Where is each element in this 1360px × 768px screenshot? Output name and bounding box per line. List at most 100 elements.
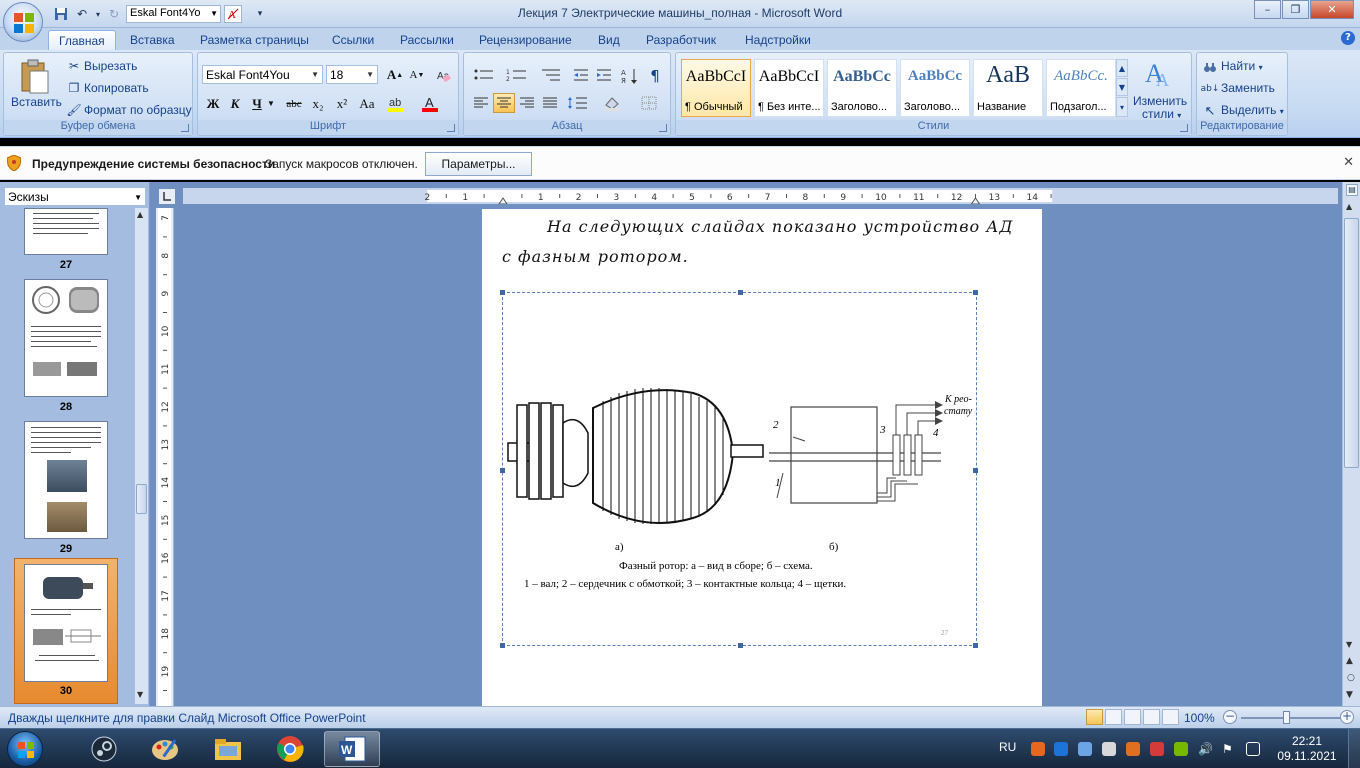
change-styles-label-1[interactable]: Изменить [1133, 94, 1187, 108]
resize-handle[interactable] [973, 643, 978, 648]
embedded-slide-object[interactable]: К рео- стату 2 1 3 4 а) б) Фазный ротор:… [500, 290, 978, 648]
font-name-box[interactable]: Eskal Font4You ▼ [202, 65, 323, 84]
resize-handle[interactable] [738, 290, 743, 295]
word-taskbar-icon[interactable]: W [324, 731, 380, 767]
replace-icon[interactable]: ab↓ [1201, 81, 1220, 97]
bold-button[interactable]: Ж [202, 93, 224, 114]
scroll-up-icon[interactable]: ▲ [137, 210, 143, 219]
line-spacing-icon[interactable] [564, 93, 592, 113]
horizontal-ruler[interactable]: 2 1 1 2 3 4 5 6 7 8 9 10 11 12 13 14 [183, 188, 1338, 204]
style-normal[interactable]: AaBbCcI ¶ Обычный [681, 59, 751, 117]
thumbnail-page-28[interactable] [24, 279, 108, 397]
tab-addins[interactable]: Надстройки [745, 30, 811, 50]
align-left-icon[interactable] [470, 93, 492, 113]
subscript-button[interactable]: x₂ [307, 93, 329, 114]
multilevel-list-icon[interactable] [536, 65, 566, 85]
show-desktop-button[interactable] [1348, 729, 1360, 768]
draft-view-icon[interactable] [1162, 709, 1179, 725]
explorer-taskbar-icon[interactable] [200, 731, 256, 767]
format-painter-icon[interactable]: 🖌 [66, 102, 82, 118]
borders-icon[interactable] [634, 93, 664, 113]
format-painter-button[interactable]: Формат по образцу [84, 103, 192, 117]
select-browse-object-icon[interactable]: ○ [1347, 673, 1355, 683]
print-layout-view-icon[interactable] [1086, 709, 1103, 725]
language-indicator[interactable]: RU [999, 740, 1016, 754]
tab-developer[interactable]: Разработчик [646, 30, 716, 50]
cut-icon[interactable]: ✂ [66, 58, 82, 74]
scrollbar-thumb[interactable] [1344, 218, 1359, 468]
ruler-toggle-icon[interactable]: ▤ [1346, 184, 1358, 196]
increase-indent-icon[interactable] [593, 65, 615, 85]
bullets-icon[interactable] [470, 65, 498, 85]
start-button[interactable] [7, 731, 43, 767]
tab-page-layout[interactable]: Разметка страницы [200, 30, 309, 50]
style-heading-1[interactable]: AaBbCc Заголово... [827, 59, 897, 117]
zoom-slider[interactable] [1241, 717, 1341, 719]
full-screen-reading-view-icon[interactable] [1105, 709, 1122, 725]
tab-mailings[interactable]: Рассылки [400, 30, 454, 50]
strikethrough-button[interactable]: abc [283, 93, 305, 114]
document-scrollbar[interactable]: ▤ ▲ ▼ ▲ ○ ▼ [1342, 182, 1360, 706]
volume-icon[interactable]: 🔊 [1198, 742, 1213, 756]
maximize-button[interactable]: ❐ [1282, 0, 1309, 19]
document-page[interactable]: На следующих слайдах показано устройство… [482, 209, 1042, 706]
align-center-icon[interactable] [493, 93, 515, 113]
resize-handle[interactable] [500, 468, 505, 473]
replace-button[interactable]: Заменить [1221, 81, 1275, 95]
paste-label[interactable]: Вставить [11, 95, 62, 109]
find-button[interactable]: Найти ▾ [1221, 59, 1263, 73]
zoom-out-icon[interactable]: − [1223, 710, 1237, 724]
tab-selector[interactable] [158, 188, 176, 205]
previous-page-icon[interactable]: ▲ [1346, 656, 1353, 666]
scroll-down-icon[interactable]: ▼ [1346, 640, 1352, 649]
onedrive-tray-icon[interactable] [1054, 742, 1068, 756]
thumbnail-page-27[interactable] [24, 208, 108, 255]
sort-icon[interactable]: AЯ [619, 65, 641, 87]
superscript-button[interactable]: x² [331, 93, 353, 114]
tab-review[interactable]: Рецензирование [479, 30, 572, 50]
network-icon[interactable] [1246, 742, 1260, 756]
flag-tray-icon[interactable] [1150, 742, 1164, 756]
scrollbar-thumb[interactable] [136, 484, 147, 514]
shrink-font-button[interactable]: A ▼ [406, 64, 428, 85]
resize-handle[interactable] [738, 643, 743, 648]
tab-view[interactable]: Вид [598, 30, 620, 50]
chrome-taskbar-icon[interactable] [262, 731, 318, 767]
outline-view-icon[interactable] [1143, 709, 1160, 725]
change-styles-label-2[interactable]: стили ▾ [1142, 107, 1181, 121]
clear-formatting-icon[interactable]: Aa [433, 64, 455, 85]
underline-button[interactable]: Ч [246, 93, 268, 114]
thumbnail-scrollbar[interactable]: ▲ ▼ [134, 208, 148, 704]
underline-dropdown-icon[interactable]: ▼ [266, 93, 276, 114]
style-no-spacing[interactable]: AaBbCcI ¶ Без инте... [754, 59, 824, 117]
action-center-flag-icon[interactable]: ⚑ [1222, 742, 1236, 756]
styles-scroll-down-icon[interactable]: ▼ [1116, 78, 1128, 96]
close-icon[interactable]: ✕ [1343, 155, 1354, 170]
paste-icon[interactable] [14, 57, 54, 97]
justify-icon[interactable] [539, 93, 561, 113]
change-styles-icon[interactable]: AA [1141, 57, 1177, 91]
tab-insert[interactable]: Вставка [130, 30, 175, 50]
select-cursor-icon[interactable]: ↖ [1202, 103, 1218, 119]
style-title[interactable]: AaB Название [973, 59, 1043, 117]
numbering-icon[interactable]: 12 [502, 65, 532, 85]
steam-taskbar-icon[interactable] [76, 731, 132, 767]
app-tray-icon[interactable] [1126, 742, 1140, 756]
clock[interactable]: 22:21 09.11.2021 [1276, 734, 1338, 764]
dialog-launcher-icon[interactable] [447, 124, 455, 132]
highlight-icon[interactable]: ab [386, 93, 408, 114]
paint-taskbar-icon[interactable] [138, 731, 194, 767]
options-button[interactable]: Параметры... [425, 152, 532, 176]
style-subtitle[interactable]: AaBbCc. Подзагол... [1046, 59, 1116, 117]
thumbnail-page-30[interactable] [24, 564, 108, 682]
zoom-level[interactable]: 100% [1184, 711, 1215, 725]
decrease-indent-icon[interactable] [570, 65, 592, 85]
minimize-button[interactable]: – [1254, 0, 1281, 19]
show-marks-icon[interactable]: ¶ [644, 65, 666, 87]
resize-handle[interactable] [973, 468, 978, 473]
tab-references[interactable]: Ссылки [332, 30, 374, 50]
navigation-view-select[interactable]: Эскизы ▼ [4, 187, 146, 206]
tab-home[interactable]: Главная [48, 30, 116, 50]
next-page-icon[interactable]: ▼ [1346, 690, 1353, 700]
styles-scroll-up-icon[interactable]: ▲ [1116, 59, 1128, 77]
